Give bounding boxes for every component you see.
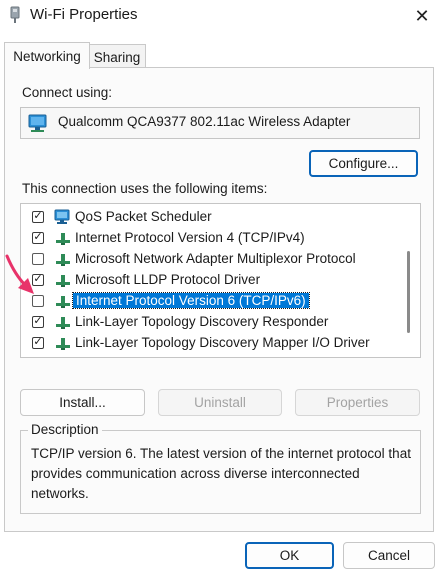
list-item-lldp[interactable]: ✓ Microsoft LLDP Protocol Driver [21,269,401,290]
configure-button-label: Configure... [328,156,399,171]
uninstall-button-label: Uninstall [194,395,246,410]
tab-networking[interactable]: Networking [4,42,90,69]
protocol-icon [54,272,72,288]
adapter-icon [28,113,50,133]
properties-button[interactable]: Properties [295,389,420,416]
list-item-label: QoS Packet Scheduler [75,209,212,224]
cancel-button[interactable]: Cancel [343,542,435,569]
ok-button-label: OK [279,548,300,563]
list-item-lltd-mapper[interactable]: ✓ Link-Layer Topology Discovery Mapper I… [21,332,401,353]
list-item-label: Link-Layer Topology Discovery Responder [75,314,329,329]
protocol-icon [54,293,72,309]
cancel-button-label: Cancel [367,548,411,563]
list-item-qos[interactable]: ✓ QoS Packet Scheduler [21,206,401,227]
properties-button-label: Properties [326,395,389,410]
protocol-icon [54,251,72,267]
checkbox-lltd-responder[interactable]: ✓ [32,315,44,328]
list-item-lltd-responder[interactable]: ✓ Link-Layer Topology Discovery Responde… [21,311,401,332]
list-item-label: Internet Protocol Version 4 (TCP/IPv4) [75,230,305,245]
qos-scheduler-icon [54,209,72,225]
description-title: Description [28,422,102,437]
uninstall-button[interactable]: Uninstall [158,389,282,416]
description-text: TCP/IP version 6. The latest version of … [31,446,411,501]
install-button-label: Install... [59,395,106,410]
list-item-label: Microsoft LLDP Protocol Driver [75,272,261,287]
checkbox-qos[interactable]: ✓ [32,210,44,223]
tab-sharing-label: Sharing [93,49,141,65]
adapter-name: Qualcomm QCA9377 802.11ac Wireless Adapt… [58,114,351,129]
protocol-icon [54,230,72,246]
items-label: This connection uses the following items… [22,181,268,196]
list-item-label: Microsoft Network Adapter Multiplexor Pr… [75,251,356,266]
network-adapter-icon [8,6,22,24]
list-item-ipv6[interactable]: Internet Protocol Version 6 (TCP/IPv6) [21,290,401,311]
ok-button[interactable]: OK [245,542,334,569]
list-item-ipv4[interactable]: ✓ Internet Protocol Version 4 (TCP/IPv4) [21,227,401,248]
protocol-icon [54,335,72,351]
configure-button[interactable]: Configure... [309,150,418,177]
items-list[interactable]: ✓ QoS Packet Scheduler ✓ Internet Protoc… [20,203,421,358]
tab-networking-label: Networking [13,48,81,64]
list-item-multiplexor[interactable]: Microsoft Network Adapter Multiplexor Pr… [21,248,401,269]
checkbox-lltd-mapper[interactable]: ✓ [32,336,44,349]
install-button[interactable]: Install... [20,389,145,416]
list-item-label: Internet Protocol Version 6 (TCP/IPv6) [72,292,310,309]
close-icon: ✕ [414,5,430,26]
connect-using-label: Connect using: [22,85,113,100]
tab-sharing[interactable]: Sharing [88,44,146,69]
annotation-arrow-icon [4,252,40,298]
title-bar: Wi-Fi Properties ✕ [0,0,442,32]
protocol-icon [54,314,72,330]
checkbox-ipv4[interactable]: ✓ [32,231,44,244]
list-scrollbar[interactable] [407,251,410,333]
close-button[interactable]: ✕ [408,4,436,28]
list-item-label: Link-Layer Topology Discovery Mapper I/O… [75,335,370,350]
window-title: Wi-Fi Properties [30,6,138,23]
